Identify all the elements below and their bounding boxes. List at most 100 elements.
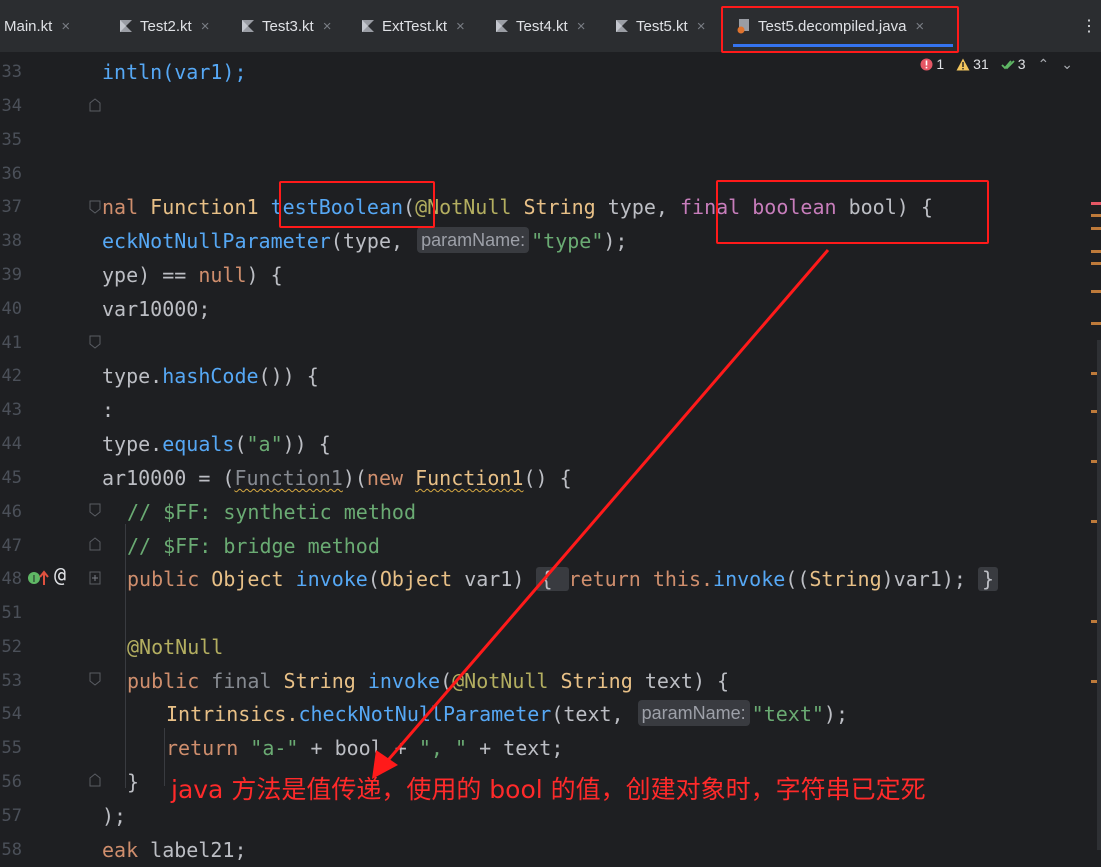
code-token: equals — [162, 432, 235, 456]
tab-test4-kt[interactable]: Test4.kt × — [494, 8, 585, 44]
tab-exttest-kt[interactable]: ExtTest.kt × — [360, 8, 465, 44]
tab-label: Main.kt — [4, 17, 53, 35]
fold-marker-icon[interactable] — [89, 200, 101, 214]
code-token: (text, — [551, 702, 636, 726]
errors-indicator[interactable]: 1 — [920, 56, 944, 72]
parameter-hint: paramName: — [417, 227, 530, 253]
ok-indicator[interactable]: 3 — [1001, 56, 1026, 72]
line-number: 46 — [1, 502, 22, 522]
code-token: invoke — [367, 669, 441, 693]
code-token: Function1 — [234, 466, 343, 490]
fold-marker-icon[interactable] — [89, 672, 101, 686]
warning-stripe-mark[interactable] — [1091, 250, 1101, 253]
code-token: intln(var1); — [102, 60, 247, 84]
code-token: "a" — [246, 432, 283, 456]
code-line: // $FF: synthetic method — [127, 495, 416, 529]
code-token: ype) == — [102, 263, 199, 287]
code-token: Object — [211, 567, 296, 591]
code-token: type. — [102, 432, 163, 456]
indent-guide — [164, 728, 165, 786]
warning-stripe-mark[interactable] — [1091, 290, 1101, 293]
code-line: public final String invoke(@NotNull Stri… — [127, 664, 729, 698]
warning-count: 31 — [973, 56, 989, 72]
code-token: ( — [440, 669, 453, 693]
code-token: String — [560, 669, 645, 693]
annotation-at-icon[interactable]: @ — [54, 563, 66, 587]
warning-stripe-mark[interactable] — [1091, 322, 1101, 325]
folded-region[interactable]: } — [977, 567, 998, 591]
fold-marker-icon[interactable] — [89, 98, 101, 112]
code-token: (type, — [330, 229, 416, 253]
warning-stripe-mark[interactable] — [1091, 214, 1101, 217]
close-icon[interactable]: × — [697, 18, 706, 35]
more-tabs-menu-icon[interactable]: ⋮ — [1081, 16, 1097, 36]
line-number: 56 — [1, 772, 22, 792]
code-line: return "a-" + bool + ", " + text; — [166, 731, 563, 765]
code-token: eak — [102, 838, 151, 862]
code-token: )( — [342, 466, 367, 490]
code-token: ( — [234, 432, 247, 456]
fold-marker-icon[interactable] — [89, 773, 101, 787]
indent-guide — [125, 524, 126, 788]
tab-label: Test4.kt — [516, 17, 568, 35]
code-token: invoke — [713, 567, 786, 591]
line-number: 38 — [1, 231, 22, 251]
folded-region[interactable]: { — [536, 567, 569, 591]
kotlin-file-icon — [120, 20, 132, 32]
close-icon[interactable]: × — [323, 18, 332, 35]
line-number: 52 — [1, 637, 22, 657]
code-line: Intrinsics.checkNotNullParameter(text, p… — [166, 697, 848, 731]
code-token: type. — [102, 364, 163, 388]
close-icon[interactable]: × — [61, 18, 70, 35]
warning-stripe-mark[interactable] — [1091, 227, 1101, 230]
fold-marker-icon[interactable] — [89, 503, 101, 517]
line-number: 41 — [1, 333, 22, 353]
code-token: type, — [607, 195, 681, 219]
annotation-note: java 方法是值传递，使用的 bool 的值，创建对象时，字符串已定死 — [171, 775, 926, 804]
code-token: new — [366, 466, 416, 490]
error-stripe-mark[interactable] — [1091, 202, 1101, 205]
code-token: return this. — [568, 567, 714, 591]
code-token: "a-" — [250, 736, 299, 760]
code-token: var10000; — [102, 297, 211, 321]
tab-test2-kt[interactable]: Test2.kt × — [118, 8, 209, 44]
kotlin-file-icon — [362, 20, 374, 32]
fold-marker-icon[interactable] — [89, 537, 101, 551]
code-token: Intrinsics. — [166, 702, 299, 726]
close-icon[interactable]: × — [201, 18, 210, 35]
code-token: )var1); — [881, 567, 978, 591]
vertical-scrollbar[interactable] — [1097, 340, 1101, 850]
code-token: @NotNull — [127, 635, 224, 659]
code-line: // $FF: bridge method — [127, 529, 380, 563]
tab-main-kt[interactable]: Main.kt × — [4, 8, 70, 44]
line-number: 44 — [1, 434, 22, 454]
close-icon[interactable]: × — [456, 18, 465, 35]
code-token: hashCode — [162, 364, 259, 388]
inspection-widget[interactable]: 1 31 3 ⌃ ⌄ — [920, 54, 1073, 74]
warning-stripe-mark[interactable] — [1091, 262, 1101, 265]
line-number: 33 — [1, 62, 22, 82]
prev-highlight-chevron-up-icon[interactable]: ⌃ — [1038, 56, 1050, 73]
expand-fold-icon[interactable] — [89, 571, 101, 585]
tab-label: Test2.kt — [140, 17, 192, 35]
tab-test5-kt[interactable]: Test5.kt × — [614, 8, 705, 44]
code-token: "text" — [751, 702, 824, 726]
close-icon[interactable]: × — [577, 18, 586, 35]
warning-icon — [956, 58, 970, 70]
next-highlight-chevron-down-icon[interactable]: ⌄ — [1061, 56, 1073, 73]
implements-method-icon[interactable]: I — [27, 569, 51, 587]
line-number: 57 — [1, 806, 22, 826]
line-number: 51 — [1, 603, 22, 623]
fold-marker-icon[interactable] — [89, 335, 101, 349]
code-token: "type" — [531, 229, 604, 253]
line-number: 58 — [1, 840, 22, 860]
code-token: public — [127, 567, 212, 591]
line-number: 55 — [1, 738, 22, 758]
ok-count: 3 — [1017, 56, 1026, 72]
kotlin-file-icon — [496, 20, 508, 32]
code-comment: // $FF: bridge method — [127, 534, 380, 558]
code-token: text) { — [644, 669, 730, 693]
warnings-indicator[interactable]: 31 — [956, 56, 989, 72]
tab-test3-kt[interactable]: Test3.kt × — [240, 8, 331, 44]
code-token: () { — [523, 466, 572, 490]
